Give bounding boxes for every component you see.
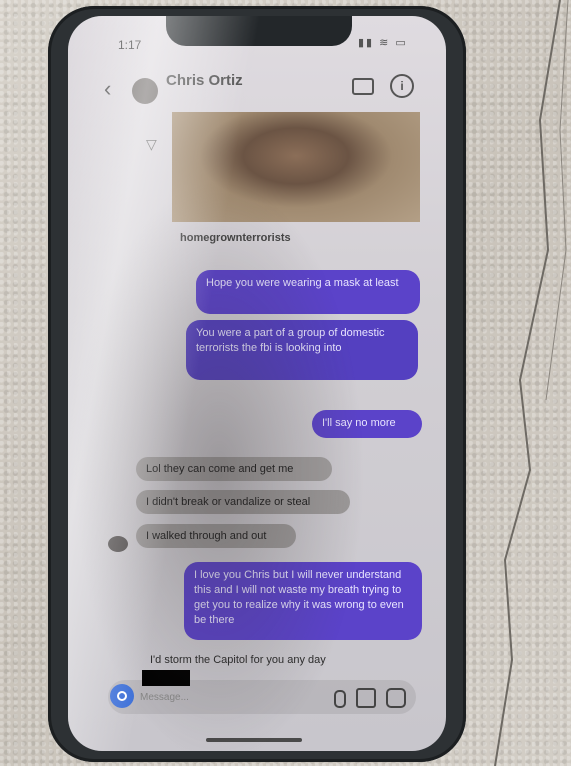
incoming-message[interactable]: I walked through and out	[136, 524, 296, 548]
contact-avatar[interactable]	[132, 78, 158, 104]
outgoing-message[interactable]: I love you Chris but I will never unders…	[184, 562, 422, 640]
contact-name[interactable]: Chris Ortiz	[166, 72, 243, 89]
message-input[interactable]: Message...	[140, 692, 189, 703]
sticker-icon[interactable]	[386, 688, 406, 708]
incoming-message[interactable]: I didn't break or vandalize or steal	[136, 490, 350, 514]
reaction-heart-icon[interactable]: ▽	[146, 136, 157, 153]
incoming-message[interactable]: I'd storm the Capitol for you any day	[150, 654, 326, 666]
camera-icon[interactable]	[110, 684, 134, 708]
outgoing-message[interactable]: Hope you were wearing a mask at least	[196, 270, 420, 314]
home-indicator[interactable]	[206, 738, 302, 742]
redaction-bar	[142, 670, 190, 686]
incoming-message[interactable]: Lol they can come and get me	[136, 457, 332, 481]
phone-notch	[166, 16, 352, 46]
microphone-icon[interactable]	[334, 690, 346, 708]
info-icon[interactable]: i	[390, 74, 414, 98]
back-chevron-icon[interactable]: ‹	[104, 76, 111, 102]
shared-post-caption: homegrownterrorists	[180, 232, 291, 244]
video-call-icon[interactable]	[352, 78, 374, 95]
sender-avatar	[108, 536, 128, 552]
outgoing-message[interactable]: You were a part of a group of domestic t…	[186, 320, 418, 380]
outgoing-message[interactable]: I'll say no more	[312, 410, 422, 438]
shared-post-image[interactable]	[172, 112, 420, 222]
gallery-icon[interactable]	[356, 688, 376, 708]
status-icons: ▮▮ ≋ ▭	[358, 37, 408, 49]
status-time: 1:17	[118, 38, 142, 52]
